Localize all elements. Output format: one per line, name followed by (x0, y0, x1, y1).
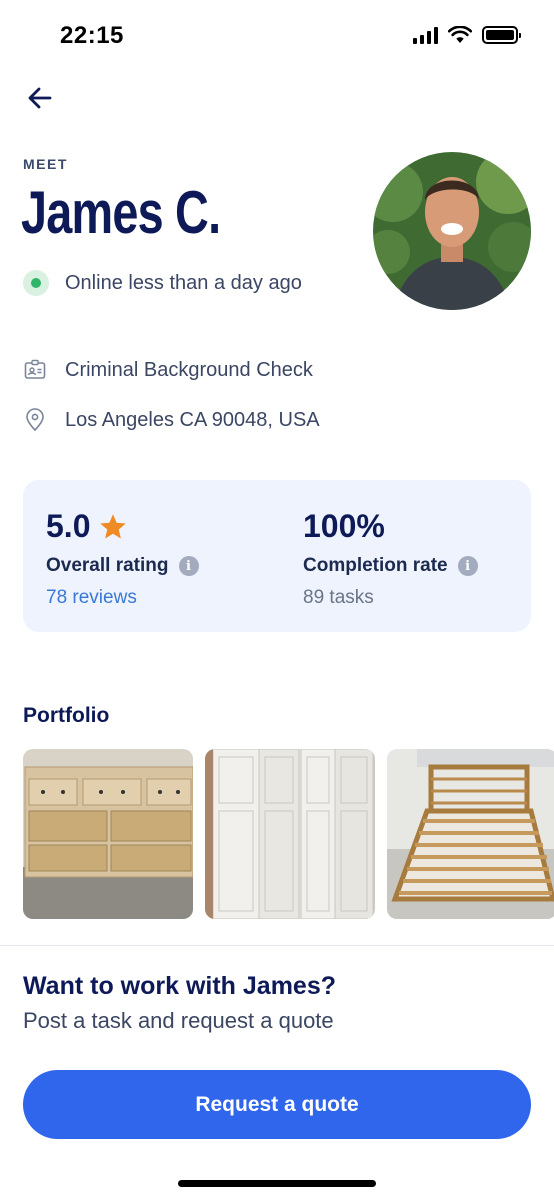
back-button[interactable] (22, 80, 58, 116)
portfolio-title: Portfolio (23, 704, 110, 727)
rating-info-icon[interactable]: i (178, 556, 199, 576)
completion-label-row: Completion rate i (303, 555, 478, 577)
reviews-link[interactable]: 78 reviews (46, 587, 199, 609)
online-status: Online less than a day ago (23, 270, 302, 296)
status-bar: 22:15 (0, 0, 554, 74)
wifi-icon (448, 26, 472, 43)
portfolio-photo-bedframe[interactable] (387, 749, 554, 919)
rating-value: 5.0 (46, 508, 91, 544)
rating-value-row: 5.0 (46, 508, 199, 545)
request-quote-button[interactable]: Request a quote (23, 1070, 531, 1139)
location-row: Los Angeles CA 90048, USA (23, 408, 320, 432)
cellular-signal-icon (413, 26, 438, 44)
rating-label-row: Overall rating i (46, 555, 199, 577)
cta-title: Want to work with James? (23, 972, 337, 1000)
completion-value: 100% (303, 508, 385, 544)
background-check-label: Criminal Background Check (65, 358, 313, 381)
portfolio-photo-dresser[interactable] (23, 749, 193, 919)
status-icons (413, 26, 521, 44)
meet-label: MEET (23, 156, 68, 172)
id-badge-icon (23, 358, 47, 382)
rating-stat: 5.0 Overall rating i 78 reviews (46, 508, 199, 609)
portfolio-carousel[interactable] (23, 749, 554, 919)
completion-label: Completion rate (303, 555, 448, 576)
avatar (373, 152, 531, 310)
rating-label: Overall rating (46, 555, 169, 576)
online-status-text: Online less than a day ago (65, 271, 302, 294)
tasks-count: 89 tasks (303, 587, 374, 608)
battery-icon (482, 26, 521, 44)
background-check-row: Criminal Background Check (23, 358, 313, 382)
online-indicator-icon (23, 270, 49, 296)
arrow-left-icon (28, 87, 52, 109)
location-pin-icon (23, 408, 47, 432)
status-time: 22:15 (60, 22, 124, 49)
tasker-name: James C. (21, 179, 221, 246)
cta-subtitle: Post a task and request a quote (23, 1008, 334, 1033)
home-indicator[interactable] (178, 1180, 376, 1187)
location-label: Los Angeles CA 90048, USA (65, 408, 320, 431)
star-icon (100, 513, 127, 538)
portfolio-photo-wardrobe[interactable] (205, 749, 375, 919)
completion-stat: 100% Completion rate i 89 tasks (303, 508, 478, 609)
completion-info-icon[interactable]: i (457, 556, 478, 576)
stats-card: 5.0 Overall rating i 78 reviews 100% Com… (23, 480, 531, 632)
section-divider (0, 945, 554, 946)
